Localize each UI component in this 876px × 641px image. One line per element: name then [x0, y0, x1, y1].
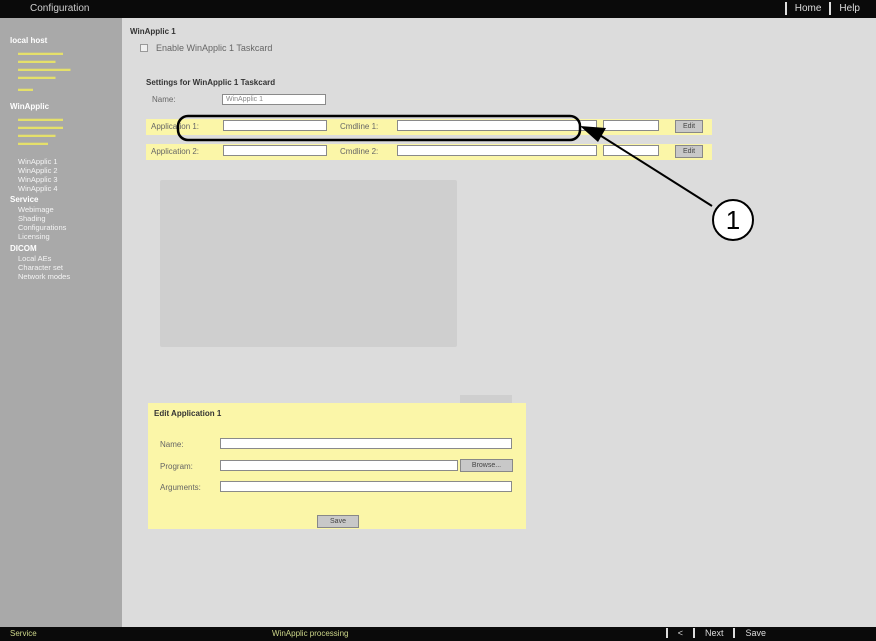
back-button[interactable]: <: [665, 628, 693, 638]
sidebar-item-blurred[interactable]: ▬▬▬▬▬: [18, 72, 56, 81]
cmdline-2-field[interactable]: [397, 145, 597, 156]
edit-name-field[interactable]: [220, 438, 512, 449]
edit-panel-title: Edit Application 1: [154, 409, 222, 418]
edit-arguments-field[interactable]: [220, 481, 512, 492]
sidebar-item-character-set[interactable]: Character set: [18, 263, 63, 272]
sidebar-item-winapplic-2[interactable]: WinApplic 2: [18, 166, 58, 175]
application-1-field[interactable]: [223, 120, 327, 131]
cmdline-1-field[interactable]: [397, 120, 597, 131]
save-button[interactable]: Save: [733, 628, 776, 638]
bottom-bar: Service WinApplic processing < Next Save: [0, 627, 876, 641]
name-field[interactable]: WinApplic 1: [222, 94, 326, 105]
edit-application-1-button[interactable]: Edit: [675, 120, 703, 133]
bottom-nav: < Next Save: [665, 628, 776, 638]
cmdline-1-label: Cmdline 1:: [340, 122, 379, 131]
edit-program-label: Program:: [160, 462, 193, 471]
application-1-label: Application 1:: [151, 122, 200, 131]
sidebar-section-dicom[interactable]: DICOM: [10, 244, 37, 253]
edit-application-2-button[interactable]: Edit: [675, 145, 703, 158]
sidebar-item-blurred[interactable]: ▬▬: [18, 84, 33, 93]
callout-number: 1: [726, 205, 740, 235]
edit-program-field[interactable]: [220, 460, 458, 471]
sidebar-section-winapplic[interactable]: WinApplic: [10, 102, 49, 111]
enable-row: Enable WinApplic 1 Taskcard: [140, 43, 272, 53]
sidebar-section-service[interactable]: Service: [10, 195, 38, 204]
sidebar-item-winapplic-3[interactable]: WinApplic 3: [18, 175, 58, 184]
enable-checkbox[interactable]: [140, 44, 148, 52]
sidebar-item-network-modes[interactable]: Network modes: [18, 272, 70, 281]
status-left: Service: [10, 629, 37, 638]
application-2-extra-field[interactable]: [603, 145, 659, 156]
sidebar-item-configurations[interactable]: Configurations: [18, 223, 66, 232]
window-title: Configuration: [30, 3, 90, 14]
save-application-button[interactable]: Save: [317, 515, 359, 528]
home-link[interactable]: Home: [784, 2, 830, 15]
sidebar-section-local-host[interactable]: local host: [10, 36, 47, 45]
preview-area: [160, 180, 457, 347]
page-title: WinApplic 1: [130, 27, 176, 36]
edit-name-label: Name:: [160, 440, 184, 449]
top-nav: Home Help: [784, 2, 868, 15]
sidebar-item-winapplic-1[interactable]: WinApplic 1: [18, 157, 58, 166]
top-bar: Configuration Home Help: [0, 0, 876, 18]
sidebar-item-blurred[interactable]: ▬▬▬▬: [18, 138, 48, 147]
sidebar: local host ▬▬▬▬▬▬ ▬▬▬▬▬ ▬▬▬▬▬▬▬ ▬▬▬▬▬ ▬▬…: [0, 18, 122, 627]
application-2-label: Application 2:: [151, 147, 200, 156]
status-middle: WinApplic processing: [272, 629, 349, 638]
settings-title: Settings for WinApplic 1 Taskcard: [146, 78, 276, 87]
sidebar-item-webimage[interactable]: Webimage: [18, 205, 54, 214]
cmdline-2-label: Cmdline 2:: [340, 147, 379, 156]
name-label: Name:: [152, 95, 176, 104]
sidebar-item-winapplic-4[interactable]: WinApplic 4: [18, 184, 58, 193]
callout-marker: [712, 199, 754, 241]
enable-label: Enable WinApplic 1 Taskcard: [156, 43, 273, 53]
application-1-extra-field[interactable]: [603, 120, 659, 131]
edit-arguments-label: Arguments:: [160, 483, 201, 492]
next-button[interactable]: Next: [692, 628, 734, 638]
sidebar-item-shading[interactable]: Shading: [18, 214, 46, 223]
help-link[interactable]: Help: [829, 2, 868, 15]
browse-button[interactable]: Browse...: [460, 459, 513, 472]
application-2-field[interactable]: [223, 145, 327, 156]
sidebar-item-local-aes[interactable]: Local AEs: [18, 254, 51, 263]
sidebar-item-licensing[interactable]: Licensing: [18, 232, 50, 241]
